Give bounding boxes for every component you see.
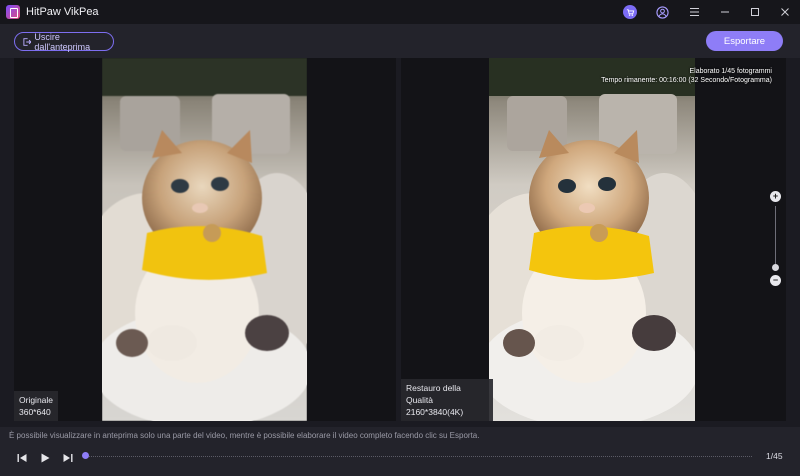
frame-counter: 1/45: [766, 451, 783, 461]
zoom-in-button[interactable]: +: [770, 191, 781, 202]
minimize-icon[interactable]: [710, 0, 740, 24]
zoom-slider[interactable]: + −: [770, 191, 782, 286]
next-frame-icon[interactable]: [61, 451, 75, 465]
original-video-frame: [102, 58, 307, 421]
app-logo-icon: [6, 5, 20, 19]
export-button[interactable]: Esportare: [706, 31, 783, 51]
restored-resolution: 2160*3840(4K): [406, 407, 464, 417]
exit-preview-button[interactable]: Uscire dall'anteprima: [14, 31, 114, 52]
restored-preview-pane: Elaborato 1/45 fotogrammi Tempo rimanent…: [401, 58, 786, 421]
remaining-time-text: Tempo rimanente: 00:16:00 (32 Secondo/Fo…: [601, 77, 772, 84]
restored-title: Restauro della Qualità: [406, 383, 461, 405]
original-resolution: 360*640: [19, 407, 51, 417]
title-bar: HitPaw VikPea: [0, 0, 800, 24]
account-icon[interactable]: [646, 0, 678, 24]
maximize-icon[interactable]: [740, 0, 770, 24]
preview-toolbar: Uscire dall'anteprima Esportare: [0, 24, 800, 58]
original-label: Originale 360*640: [14, 391, 58, 421]
player-controls: 1/45: [0, 444, 800, 476]
previous-frame-icon[interactable]: [15, 451, 29, 465]
timeline-progress[interactable]: [82, 452, 752, 459]
info-bar: È possibile visualizzare in anteprima so…: [0, 427, 800, 444]
menu-icon[interactable]: [678, 0, 710, 24]
timeline-track[interactable]: [84, 456, 752, 457]
restored-label: Restauro della Qualità 2160*3840(4K): [401, 379, 493, 421]
close-icon[interactable]: [770, 0, 800, 24]
restored-video-frame: [489, 58, 695, 421]
preview-notice: È possibile visualizzare in anteprima so…: [9, 431, 480, 440]
exit-preview-label: Uscire dall'anteprima: [34, 31, 91, 52]
processing-info: Elaborato 1/45 fotogrammi Tempo rimanent…: [601, 67, 772, 85]
exit-icon: [23, 37, 32, 46]
zoom-out-button[interactable]: −: [770, 275, 781, 286]
timeline-handle[interactable]: [82, 452, 89, 459]
original-preview-pane: Originale 360*640: [14, 58, 396, 421]
app-title: HitPaw VikPea: [26, 6, 99, 18]
zoom-handle[interactable]: [772, 264, 779, 271]
original-title: Originale: [19, 395, 54, 405]
cart-icon[interactable]: [614, 0, 646, 24]
processed-frames-text: Elaborato 1/45 fotogrammi: [689, 68, 773, 75]
play-icon[interactable]: [38, 451, 52, 465]
zoom-track[interactable]: [775, 206, 776, 268]
